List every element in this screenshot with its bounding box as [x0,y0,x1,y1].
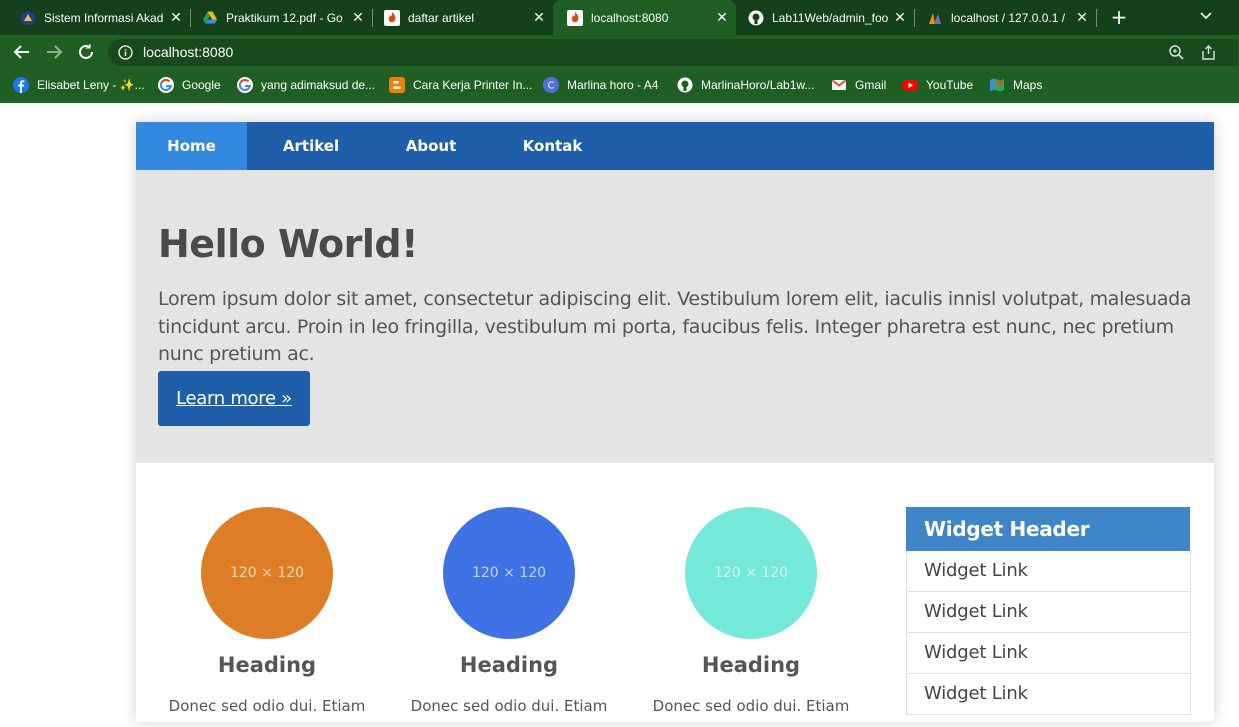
new-tab-plus-icon[interactable]: + [1108,5,1130,29]
google-drive-icon [202,10,218,26]
nav-artikel[interactable]: Artikel [267,122,355,170]
site-navbar: Home Artikel About Kontak [136,122,1214,170]
page-viewport: Home Artikel About Kontak Hello World! L… [0,103,1239,722]
bookmarks-bar: Elisabet Leny - ✨... Google yang adimaks… [0,69,1239,100]
site-container: Home Artikel About Kontak Hello World! L… [136,122,1214,722]
widget-link-list: Widget Link Widget Link Widget Link Widg… [906,551,1191,715]
sidebar-widget: Widget Header Widget Link Widget Link Wi… [906,507,1191,727]
hero-title: Hello World! [158,222,418,266]
widget-link[interactable]: Widget Link [907,551,1190,592]
bookmark-item[interactable]: Maps [989,69,1042,100]
chevron-down-icon[interactable] [1196,6,1216,26]
bookmark-label: YouTube [926,77,974,92]
tab-title: localhost:8080 [591,10,669,25]
bookmark-label: Gmail [855,77,887,92]
browser-tab[interactable]: Lab11Web/admin_foo ✕ [734,0,914,35]
widget-header: Widget Header [906,507,1190,551]
nav-about[interactable]: About [385,122,477,170]
github-icon [677,77,693,93]
bookmark-label: Cara Kerja Printer In... [413,77,533,92]
canva-icon: C [543,76,559,93]
browser-tab[interactable]: daftar artikel ✕ [370,0,553,35]
browser-tab[interactable]: Sistem Informasi Akad ✕ [6,0,190,35]
widget-link[interactable]: Widget Link [907,633,1190,674]
facebook-icon [13,76,29,93]
url-text[interactable]: localhost:8080 [143,44,233,60]
bookmark-item[interactable]: YouTube [902,69,973,100]
bookmark-label: yang adimaksud de... [261,77,376,92]
browser-tab[interactable]: Praktikum 12.pdf - Go ✕ [188,0,372,35]
bookmark-item[interactable]: C Marlina horo - A4 [543,69,658,100]
hero-section: Hello World! Lorem ipsum dolor sit amet,… [136,170,1214,463]
tab-title: daftar artikel [408,10,475,25]
gmail-icon [831,77,847,93]
bookmark-label: Elisabet Leny - ✨... [37,77,145,92]
reload-icon[interactable] [75,41,97,63]
close-icon[interactable]: ✕ [168,9,184,26]
browser-toolbar: localhost:8080 [0,35,1239,69]
close-icon[interactable]: ✕ [531,9,547,26]
bookmark-item[interactable]: Elisabet Leny - ✨... [13,69,145,100]
blogger-icon [389,76,405,93]
tab-title: Praktikum 12.pdf - Go [226,10,343,25]
feature-heading: Heading [217,653,317,677]
address-bar[interactable]: localhost:8080 [108,39,1238,66]
feature-text: Donec sed odio dui. Etiam [652,697,850,715]
forward-arrow-icon[interactable] [43,41,65,63]
bookmark-item[interactable]: MarlinaHoro/Lab1w... [677,69,814,100]
hero-text: Lorem ipsum dolor sit amet, consectetur … [158,288,1192,365]
codeigniter-flame-icon [384,9,400,26]
codeigniter-flame-icon [567,9,583,26]
zoom-icon[interactable] [1168,44,1185,61]
phpmyadmin-sail-icon [927,10,943,26]
placeholder-image: 120 × 120 [201,507,333,639]
bookmark-item[interactable]: Google [158,69,221,100]
nav-kontak[interactable]: Kontak [506,122,599,170]
bookmark-item[interactable]: Gmail [831,69,886,100]
back-arrow-icon[interactable] [11,41,33,63]
widget-link[interactable]: Widget Link [907,592,1190,633]
tab-title: Sistem Informasi Akad [44,10,164,25]
close-icon[interactable]: ✕ [350,9,366,26]
google-icon [237,76,253,93]
placeholder-image: 120 × 120 [685,507,817,639]
feature-heading: Heading [701,653,801,677]
close-icon[interactable]: ✕ [714,9,730,26]
svg-text:C: C [548,80,555,91]
bookmark-label: Maps [1013,77,1043,92]
youtube-icon [902,77,918,93]
maps-icon [989,77,1005,93]
tab-title: Lab11Web/admin_foo [772,10,889,25]
tab-strip: Sistem Informasi Akad ✕ Praktikum 12.pdf… [0,0,1239,35]
widget-link[interactable]: Widget Link [907,674,1190,715]
close-icon[interactable]: ✕ [892,9,908,26]
bookmark-label: Google [182,77,221,92]
bookmark-label: MarlinaHoro/Lab1w... [701,77,815,92]
browser-tab[interactable]: localhost / 127.0.0.1 / ✕ [913,0,1096,35]
tab-title: localhost / 127.0.0.1 / [951,10,1066,25]
campus-logo-icon [20,10,36,26]
feature-heading: Heading [459,653,559,677]
feature-text: Donec sed odio dui. Etiam [168,697,366,715]
info-icon[interactable] [118,45,133,60]
close-icon[interactable]: ✕ [1074,9,1090,26]
learn-more-button[interactable]: Learn more » [158,371,310,426]
github-icon [748,10,764,26]
bookmark-label: Marlina horo - A4 [567,77,659,92]
nav-home[interactable]: Home [136,122,247,170]
google-icon [158,76,174,93]
bookmark-item[interactable]: Cara Kerja Printer In... [389,69,532,100]
feature-text: Donec sed odio dui. Etiam [410,697,608,715]
browser-tab-active[interactable]: localhost:8080 ✕ [553,0,736,35]
share-icon[interactable] [1200,44,1217,61]
bookmark-item[interactable]: yang adimaksud de... [237,69,375,100]
placeholder-image: 120 × 120 [443,507,575,639]
